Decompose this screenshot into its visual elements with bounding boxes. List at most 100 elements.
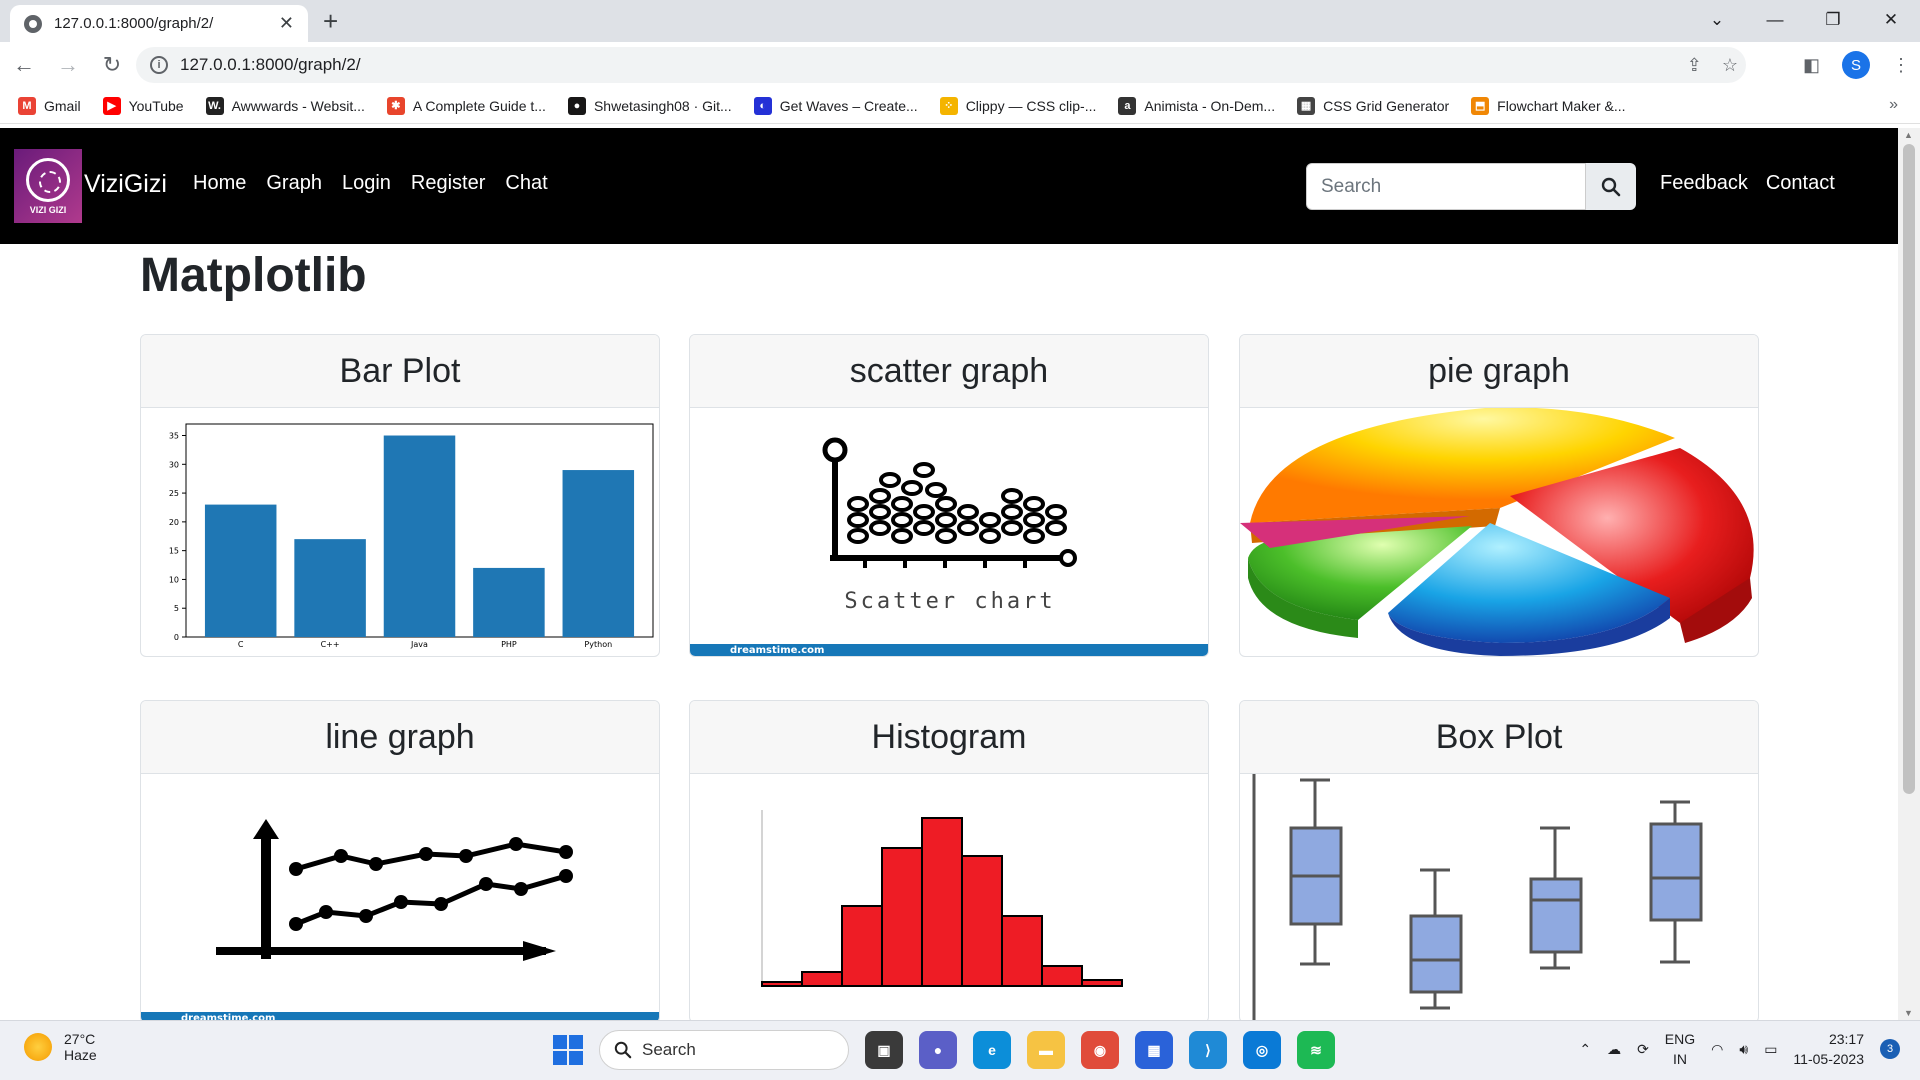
- bookmark-item[interactable]: ⁘ Clippy — CSS clip-...: [939, 96, 1097, 115]
- youtube-icon: ▶: [102, 96, 121, 115]
- taskbar-search[interactable]: Search: [599, 1030, 849, 1070]
- language-indicator[interactable]: ENG IN: [1665, 1029, 1695, 1069]
- scrollbar-thumb[interactable]: [1903, 144, 1915, 794]
- wifi-icon[interactable]: ◠: [1711, 1041, 1723, 1058]
- bookmark-item[interactable]: ▦ CSS Grid Generator: [1297, 96, 1450, 115]
- restore-button[interactable]: ❐: [1804, 0, 1862, 40]
- scroll-up-icon[interactable]: ▲: [1904, 130, 1913, 140]
- bookmark-item[interactable]: ▶ YouTube: [102, 96, 184, 115]
- page-title: Matplotlib: [140, 249, 367, 302]
- bookmark-label: Clippy — CSS clip-...: [965, 97, 1097, 114]
- chrome-icon[interactable]: ◉: [1081, 1031, 1119, 1069]
- box-plot-card[interactable]: Box Plot: [1239, 700, 1759, 1023]
- clock[interactable]: 23:17 11-05-2023: [1793, 1029, 1864, 1069]
- nav-link-feedback[interactable]: Feedback: [1660, 172, 1748, 195]
- menu-kebab-icon[interactable]: ⋮: [1892, 55, 1910, 76]
- pie-chart-image: [1240, 408, 1758, 656]
- battery-icon[interactable]: ▭: [1764, 1041, 1777, 1058]
- close-window-button[interactable]: ✕: [1862, 0, 1920, 40]
- app-icon[interactable]: ◎: [1243, 1031, 1281, 1069]
- site-logo[interactable]: VIZI GIZI: [14, 149, 82, 223]
- histogram-image: [690, 774, 1208, 1022]
- site-info-icon[interactable]: i: [150, 56, 168, 74]
- system-tray: ⌃ ☁ ⟳ ENG IN ◠ 🔊︎ ▭ 23:17 11-05-2023 3: [1579, 1029, 1900, 1069]
- scatter-chart-image: Scatter chart dreamstime.com: [690, 408, 1208, 656]
- side-panel-icon[interactable]: ◧: [1803, 55, 1820, 76]
- bookmark-label: CSS Grid Generator: [1323, 97, 1450, 114]
- bookmark-item[interactable]: W. Awwwards - Websit...: [205, 96, 365, 115]
- scatter-graph-card[interactable]: scatter graph Scatter chart dreamstime.c…: [689, 334, 1209, 657]
- card-title: Bar Plot: [141, 335, 659, 408]
- x-tick-label: Java: [410, 640, 428, 649]
- minimize-button[interactable]: —: [1746, 0, 1804, 40]
- reload-button[interactable]: ↻: [92, 45, 132, 85]
- browser-tab[interactable]: 127.0.0.1:8000/graph/2/ ✕: [10, 5, 308, 42]
- new-tab-button[interactable]: +: [323, 6, 338, 37]
- pie-illustration: [1240, 408, 1754, 656]
- nav-link-home[interactable]: Home: [193, 172, 246, 195]
- notification-badge[interactable]: 3: [1880, 1039, 1900, 1059]
- nav-link-register[interactable]: Register: [411, 172, 485, 195]
- y-tick-label: 20: [169, 518, 179, 527]
- x-tick-label: C: [238, 640, 244, 649]
- more-bookmarks-icon[interactable]: »: [1889, 96, 1898, 114]
- tab-search-icon[interactable]: ⌄: [1688, 0, 1746, 40]
- task-view-icon[interactable]: ▣: [865, 1031, 903, 1069]
- forward-button[interactable]: →: [48, 45, 88, 85]
- bookmark-item[interactable]: ● Shwetasingh08 · Git...: [567, 96, 732, 115]
- store-icon[interactable]: ▦: [1135, 1031, 1173, 1069]
- back-button[interactable]: ←: [4, 45, 44, 85]
- bar-plot-card[interactable]: Bar Plot 0 5 10 15 20 25 30 35 C C++ Java PHP Python: [140, 334, 660, 657]
- bar-chart: 0 5 10 15 20 25 30 35 C C++ Java PHP Python: [169, 423, 654, 649]
- nav-link-graph[interactable]: Graph: [266, 172, 322, 195]
- teams-chat-icon[interactable]: ●: [919, 1031, 957, 1069]
- sync-icon[interactable]: ⟳: [1637, 1041, 1649, 1058]
- scroll-down-icon[interactable]: ▼: [1904, 1008, 1913, 1018]
- close-tab-icon[interactable]: ✕: [279, 13, 294, 34]
- nav-link-login[interactable]: Login: [342, 172, 391, 195]
- card-title: scatter graph: [690, 335, 1208, 408]
- bar-python: [562, 470, 635, 637]
- page-scrollbar[interactable]: ▲ ▼: [1898, 128, 1920, 1020]
- y-tick-label: 15: [169, 547, 179, 556]
- line-graph-card[interactable]: line graph dreamstime.com: [140, 700, 660, 1023]
- onedrive-icon[interactable]: ☁: [1607, 1041, 1621, 1058]
- bookmark-item[interactable]: M Gmail: [18, 96, 81, 115]
- nav-links: Home Graph Login Register Chat: [193, 172, 548, 195]
- windows-start-icon[interactable]: [553, 1035, 583, 1065]
- bookmark-item[interactable]: ◐ Get Waves – Create...: [753, 96, 918, 115]
- search-button[interactable]: [1586, 163, 1636, 210]
- volume-icon[interactable]: 🔊︎: [1739, 1041, 1748, 1058]
- x-tick-label: C++: [321, 640, 340, 649]
- y-tick-label: 0: [174, 633, 179, 642]
- spotify-icon[interactable]: ≋: [1297, 1031, 1335, 1069]
- y-tick-label: 10: [169, 575, 179, 584]
- profile-avatar[interactable]: S: [1842, 51, 1870, 79]
- tab-title: 127.0.0.1:8000/graph/2/: [54, 15, 214, 32]
- bookmark-item[interactable]: a Animista - On-Dem...: [1118, 96, 1275, 115]
- url-bar[interactable]: i 127.0.0.1:8000/graph/2/ ⇪ ☆: [136, 47, 1746, 83]
- weather-widget[interactable]: 27°C Haze: [24, 1031, 97, 1063]
- x-tick-label: Python: [584, 640, 612, 649]
- bar-cpp: [294, 539, 366, 637]
- pie-graph-card[interactable]: pie graph: [1239, 334, 1759, 657]
- histogram-card[interactable]: Histogram: [689, 700, 1209, 1023]
- file-explorer-icon[interactable]: ▬: [1027, 1031, 1065, 1069]
- clippy-icon: ⁘: [939, 96, 958, 115]
- logo-text: VIZI GIZI: [29, 204, 67, 215]
- edge-icon[interactable]: e: [973, 1031, 1011, 1069]
- bookmark-item[interactable]: ✱ A Complete Guide t...: [386, 96, 546, 115]
- chevron-up-icon[interactable]: ⌃: [1579, 1041, 1591, 1058]
- nav-link-chat[interactable]: Chat: [505, 172, 547, 195]
- nav-link-contact[interactable]: Contact: [1766, 172, 1835, 195]
- box-plot-illustration: [1252, 774, 1703, 1022]
- taskbar-search-label: Search: [642, 1040, 696, 1059]
- brand-name[interactable]: ViziGizi: [84, 170, 167, 199]
- weather-condition: Haze: [64, 1047, 97, 1063]
- bookmark-star-icon[interactable]: ☆: [1722, 55, 1738, 76]
- share-icon[interactable]: ⇪: [1687, 55, 1702, 76]
- vscode-icon[interactable]: ⟩: [1189, 1031, 1227, 1069]
- browser-tab-strip: 127.0.0.1:8000/graph/2/ ✕ + ⌄ — ❐ ✕: [0, 0, 1920, 42]
- bookmark-item[interactable]: ⬒ Flowchart Maker &...: [1471, 96, 1626, 115]
- search-input[interactable]: Search: [1306, 163, 1586, 210]
